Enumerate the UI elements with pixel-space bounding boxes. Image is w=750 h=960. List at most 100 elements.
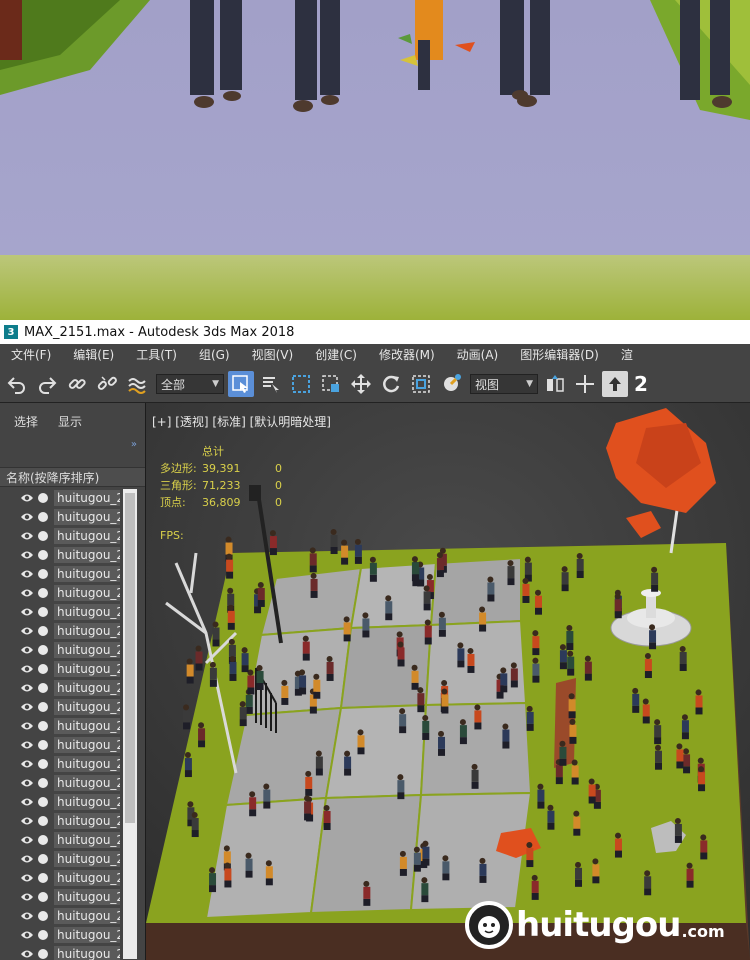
link-icon[interactable] (64, 371, 90, 397)
eye-icon[interactable] (20, 606, 34, 618)
eye-icon[interactable] (20, 511, 34, 523)
freeze-toggle-icon[interactable] (38, 493, 48, 503)
menu-view[interactable]: 视图(V) (241, 344, 305, 366)
eye-icon[interactable] (20, 663, 34, 675)
freeze-toggle-icon[interactable] (38, 949, 48, 959)
eye-icon[interactable] (20, 644, 34, 656)
scene-object-name[interactable]: huitugou_2 (54, 889, 120, 905)
bind-spacewarp-icon[interactable] (124, 371, 150, 397)
rotate-icon[interactable] (378, 371, 404, 397)
freeze-toggle-icon[interactable] (38, 835, 48, 845)
scale-icon[interactable] (408, 371, 434, 397)
axis-constraint-icon[interactable] (572, 371, 598, 397)
eye-icon[interactable] (20, 549, 34, 561)
eye-icon[interactable] (20, 530, 34, 542)
rect-region-icon[interactable] (288, 371, 314, 397)
freeze-toggle-icon[interactable] (38, 664, 48, 674)
menu-edit[interactable]: 编辑(E) (62, 344, 125, 366)
freeze-toggle-icon[interactable] (38, 873, 48, 883)
scene-object-name[interactable]: huitugou_2 (54, 718, 120, 734)
eye-icon[interactable] (20, 891, 34, 903)
eye-icon[interactable] (20, 796, 34, 808)
scene-object-name[interactable]: huitugou_2 (54, 547, 120, 563)
scene-object-name[interactable]: huitugou_2 (54, 737, 120, 753)
eye-icon[interactable] (20, 853, 34, 865)
freeze-toggle-icon[interactable] (38, 588, 48, 598)
chevron-double-right-icon[interactable]: » (131, 439, 137, 450)
mirror-icon[interactable] (542, 371, 568, 397)
perspective-viewport[interactable]: [+] [透视] [标准] [默认明暗处理] 总计 多边形: 39,391 0 … (146, 403, 750, 960)
freeze-toggle-icon[interactable] (38, 702, 48, 712)
freeze-toggle-icon[interactable] (38, 607, 48, 617)
menu-create[interactable]: 创建(C) (304, 344, 368, 366)
freeze-toggle-icon[interactable] (38, 778, 48, 788)
scene-object-name[interactable]: huitugou_2 (54, 794, 120, 810)
freeze-toggle-icon[interactable] (38, 911, 48, 921)
scene-object-name[interactable]: huitugou_2 (54, 490, 120, 506)
place-icon[interactable] (438, 371, 464, 397)
eye-icon[interactable] (20, 739, 34, 751)
eye-icon[interactable] (20, 625, 34, 637)
eye-icon[interactable] (20, 872, 34, 884)
redo-icon[interactable] (34, 371, 60, 397)
scene-object-name[interactable]: huitugou_2 (54, 775, 120, 791)
select-object-icon[interactable] (228, 371, 254, 397)
undo-icon[interactable] (4, 371, 30, 397)
scene-object-name[interactable]: huitugou_2 (54, 661, 120, 677)
scene-object-name[interactable]: huitugou_2 (54, 927, 120, 943)
menu-rendering[interactable]: 渲 (610, 344, 644, 366)
scene-object-name[interactable]: huitugou_2 (54, 604, 120, 620)
eye-icon[interactable] (20, 682, 34, 694)
scene-object-name[interactable]: huitugou_2 (54, 566, 120, 582)
menu-graph-editors[interactable]: 图形编辑器(D) (509, 344, 610, 366)
menu-group[interactable]: 组(G) (188, 344, 241, 366)
tab-select[interactable]: 选择 (14, 413, 38, 430)
scene-object-name[interactable]: huitugou_2 (54, 680, 120, 696)
eye-icon[interactable] (20, 815, 34, 827)
eye-icon[interactable] (20, 720, 34, 732)
scene-object-name[interactable]: huitugou_2 (54, 509, 120, 525)
select-by-name-icon[interactable] (258, 371, 284, 397)
scene-object-name[interactable]: huitugou_2 (54, 585, 120, 601)
eye-icon[interactable] (20, 910, 34, 922)
freeze-toggle-icon[interactable] (38, 721, 48, 731)
freeze-toggle-icon[interactable] (38, 892, 48, 902)
scene-object-name[interactable]: huitugou_2 (54, 870, 120, 886)
scene-object-name[interactable]: huitugou_2 (54, 946, 120, 960)
freeze-toggle-icon[interactable] (38, 930, 48, 940)
scene-list-scroll-thumb[interactable] (125, 493, 135, 823)
selection-filter-dropdown[interactable]: 全部 ▼ (156, 374, 224, 394)
scene-object-name[interactable]: huitugou_2 (54, 908, 120, 924)
viewport-label[interactable]: [+] [透视] [标准] [默认明暗处理] (152, 413, 331, 430)
snap-mode-label[interactable]: 2 (634, 372, 648, 396)
eye-icon[interactable] (20, 758, 34, 770)
snap-toggle-icon[interactable] (602, 371, 628, 397)
scene-object-name[interactable]: huitugou_2 (54, 813, 120, 829)
freeze-toggle-icon[interactable] (38, 797, 48, 807)
freeze-toggle-icon[interactable] (38, 569, 48, 579)
window-crossing-icon[interactable] (318, 371, 344, 397)
freeze-toggle-icon[interactable] (38, 645, 48, 655)
eye-icon[interactable] (20, 587, 34, 599)
scene-object-name[interactable]: huitugou_2 (54, 699, 120, 715)
eye-icon[interactable] (20, 568, 34, 580)
scene-object-name[interactable]: huitugou_2 (54, 528, 120, 544)
scene-object-name[interactable]: huitugou_2 (54, 623, 120, 639)
scene-object-name[interactable]: huitugou_2 (54, 832, 120, 848)
scene-object-name[interactable]: huitugou_2 (54, 851, 120, 867)
unlink-icon[interactable] (94, 371, 120, 397)
freeze-toggle-icon[interactable] (38, 759, 48, 769)
scene-object-name[interactable]: huitugou_2 (54, 642, 120, 658)
freeze-toggle-icon[interactable] (38, 854, 48, 864)
freeze-toggle-icon[interactable] (38, 626, 48, 636)
eye-icon[interactable] (20, 834, 34, 846)
eye-icon[interactable] (20, 492, 34, 504)
freeze-toggle-icon[interactable] (38, 512, 48, 522)
menu-animation[interactable]: 动画(A) (446, 344, 510, 366)
freeze-toggle-icon[interactable] (38, 550, 48, 560)
move-icon[interactable] (348, 371, 374, 397)
freeze-toggle-icon[interactable] (38, 531, 48, 541)
menu-tools[interactable]: 工具(T) (125, 344, 188, 366)
scene-object-name[interactable]: huitugou_2 (54, 756, 120, 772)
eye-icon[interactable] (20, 948, 34, 960)
